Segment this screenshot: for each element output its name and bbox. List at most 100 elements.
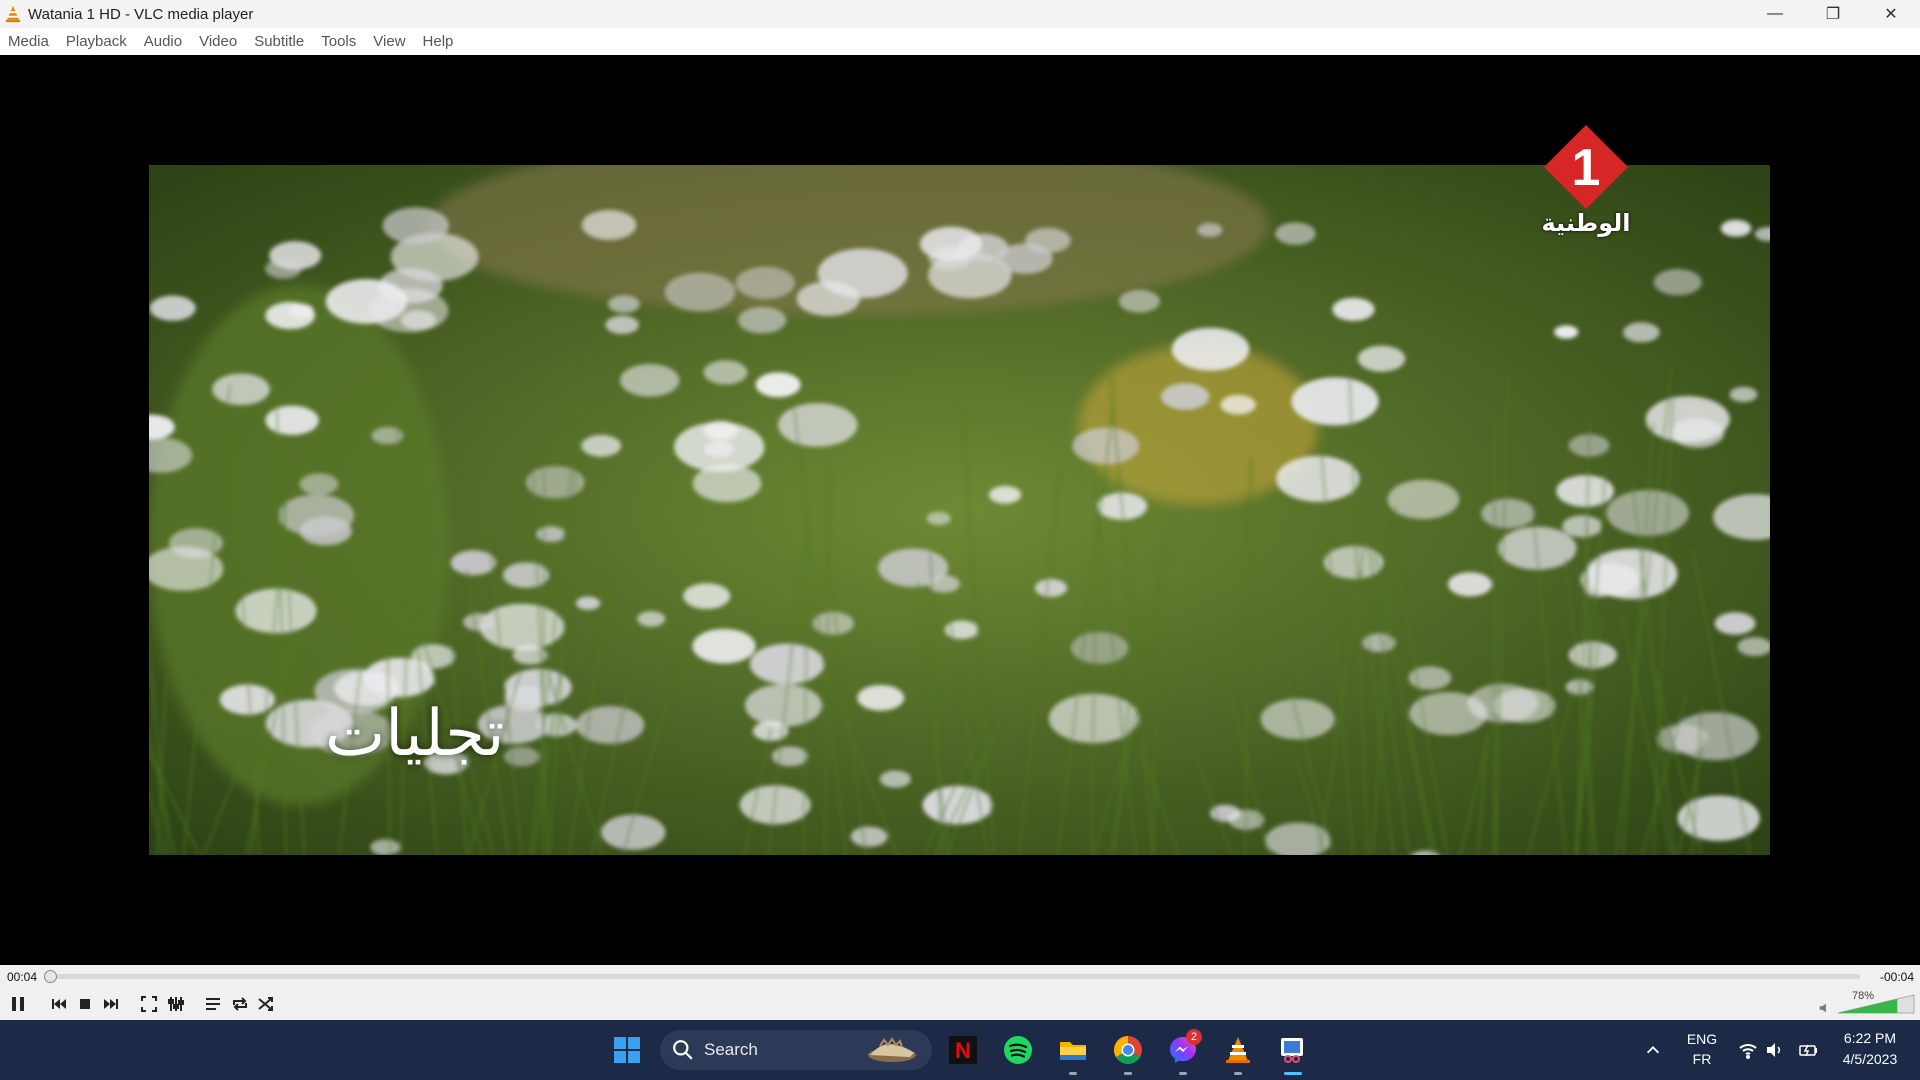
vlc-icon bbox=[1226, 1037, 1250, 1063]
file-explorer-icon bbox=[1060, 1042, 1086, 1060]
flower-blossom bbox=[674, 422, 765, 472]
flower-blossom bbox=[1645, 396, 1730, 443]
language-bottom[interactable]: FR bbox=[1684, 1051, 1720, 1067]
flower-blossom bbox=[463, 613, 496, 631]
windows-start-icon bbox=[614, 1037, 640, 1063]
flower-blossom bbox=[683, 583, 731, 610]
flower-blossom bbox=[1160, 383, 1210, 410]
wifi-icon[interactable] bbox=[1738, 1040, 1758, 1060]
flower-blossom bbox=[989, 485, 1022, 504]
flower-blossom bbox=[737, 306, 787, 334]
flower-blossom bbox=[1291, 377, 1379, 426]
flower-blossom bbox=[796, 281, 861, 317]
volume-slider[interactable] bbox=[1836, 993, 1916, 1015]
close-icon[interactable]: ✕ bbox=[1862, 0, 1920, 28]
menu-audio[interactable]: Audio bbox=[140, 33, 190, 50]
flower-blossom bbox=[450, 550, 497, 576]
dinosaur-highlight-icon bbox=[868, 1037, 916, 1062]
netflix-app[interactable]: N bbox=[945, 1032, 981, 1068]
menu-subtitle[interactable]: Subtitle bbox=[250, 33, 312, 50]
playlist-icon bbox=[206, 998, 220, 1010]
flower-blossom bbox=[850, 826, 888, 847]
window-title: Watania 1 HD - VLC media player bbox=[28, 5, 254, 23]
vlc-window: Watania 1 HD - VLC media player — ❐ ✕ Me… bbox=[0, 0, 1920, 1080]
active-indicator bbox=[1284, 1072, 1302, 1075]
menu-media[interactable]: Media bbox=[4, 33, 57, 50]
menu-help[interactable]: Help bbox=[419, 33, 462, 50]
pause-button[interactable] bbox=[6, 992, 30, 1016]
flower-blossom bbox=[749, 643, 825, 685]
flower-blossom bbox=[368, 288, 449, 333]
extended-settings-button[interactable] bbox=[164, 992, 188, 1016]
flower-blossom bbox=[1171, 327, 1250, 371]
volume-control[interactable]: 78% bbox=[1818, 990, 1916, 1015]
previous-button[interactable] bbox=[47, 992, 71, 1016]
flower-blossom bbox=[1720, 219, 1752, 237]
menu-view[interactable]: View bbox=[369, 33, 413, 50]
shuffle-icon bbox=[258, 997, 273, 1011]
chrome-app[interactable] bbox=[1110, 1032, 1146, 1068]
speaker-icon[interactable] bbox=[1818, 1001, 1832, 1015]
running-indicator bbox=[1069, 1072, 1077, 1075]
flower-blossom bbox=[1714, 612, 1756, 635]
next-icon bbox=[104, 999, 118, 1009]
clock-date[interactable]: 4/5/2023 bbox=[1830, 1051, 1910, 1067]
seek-bar[interactable] bbox=[44, 970, 1860, 983]
vlc-app[interactable] bbox=[1220, 1032, 1256, 1068]
flower-blossom bbox=[212, 373, 270, 406]
flower-blossom bbox=[619, 363, 680, 397]
file-explorer-app[interactable] bbox=[1055, 1032, 1091, 1068]
seek-handle[interactable] bbox=[44, 970, 57, 983]
flower-blossom bbox=[278, 494, 355, 536]
minimize-icon[interactable]: — bbox=[1746, 0, 1804, 28]
show-hidden-icons-icon[interactable] bbox=[1644, 1041, 1662, 1059]
language-top[interactable]: ENG bbox=[1684, 1031, 1720, 1047]
shuffle-button[interactable] bbox=[254, 992, 278, 1016]
flower-blossom bbox=[605, 315, 639, 335]
flower-blossom bbox=[735, 266, 795, 300]
running-indicator bbox=[1124, 1072, 1132, 1075]
video-area[interactable]: 1 الوطنية تجليات bbox=[0, 55, 1920, 965]
extended-settings-icon bbox=[168, 997, 184, 1011]
spotify-app[interactable] bbox=[1000, 1032, 1036, 1068]
playlist-button[interactable] bbox=[201, 992, 225, 1016]
flower-blossom bbox=[1034, 579, 1068, 597]
stop-button[interactable] bbox=[73, 992, 97, 1016]
time-remaining: -00:04 bbox=[1879, 970, 1914, 984]
flower-blossom bbox=[1554, 325, 1579, 339]
menu-playback[interactable]: Playback bbox=[62, 33, 135, 50]
channel-logo: 1 الوطنية bbox=[1538, 123, 1634, 243]
title-bar: Watania 1 HD - VLC media player — ❐ ✕ bbox=[0, 0, 1920, 28]
messenger-app[interactable]: 2 bbox=[1165, 1029, 1202, 1068]
flower-blossom bbox=[1671, 712, 1759, 761]
flower-blossom bbox=[692, 628, 756, 664]
program-title: تجليات bbox=[325, 697, 505, 771]
flower-blossom bbox=[1623, 322, 1660, 343]
flower-blossom bbox=[299, 473, 339, 495]
menu-video[interactable]: Video bbox=[195, 33, 245, 50]
fullscreen-icon bbox=[141, 996, 157, 1012]
fullscreen-button[interactable] bbox=[137, 992, 161, 1016]
taskbar: Search N 2 ENG FR 6:22 PM 4/5/2023 bbox=[0, 1020, 1920, 1080]
battery-icon[interactable] bbox=[1798, 1040, 1818, 1060]
next-button[interactable] bbox=[99, 992, 123, 1016]
flower-blossom bbox=[503, 746, 540, 767]
clock-time[interactable]: 6:22 PM bbox=[1830, 1030, 1910, 1046]
flower-blossom bbox=[607, 295, 640, 313]
flower-blossom bbox=[1070, 632, 1129, 664]
restore-icon[interactable]: ❐ bbox=[1804, 0, 1862, 28]
channel-logo-text: الوطنية bbox=[1541, 209, 1631, 237]
flower-blossom bbox=[777, 403, 858, 447]
flower-blossom bbox=[382, 207, 450, 244]
flower-blossom bbox=[1481, 498, 1536, 529]
menu-bar: Media Playback Audio Video Subtitle Tool… bbox=[0, 28, 1920, 55]
loop-button[interactable] bbox=[228, 992, 252, 1016]
menu-tools[interactable]: Tools bbox=[317, 33, 364, 50]
flower-blossom bbox=[536, 526, 566, 542]
snipping-tool-app[interactable] bbox=[1274, 1032, 1310, 1068]
taskbar-search[interactable]: Search bbox=[660, 1030, 932, 1070]
volume-tray-icon[interactable] bbox=[1764, 1040, 1784, 1060]
flower-blossom bbox=[1387, 479, 1460, 520]
start-button[interactable] bbox=[609, 1032, 645, 1068]
channel-diamond-icon: 1 bbox=[1544, 125, 1628, 209]
